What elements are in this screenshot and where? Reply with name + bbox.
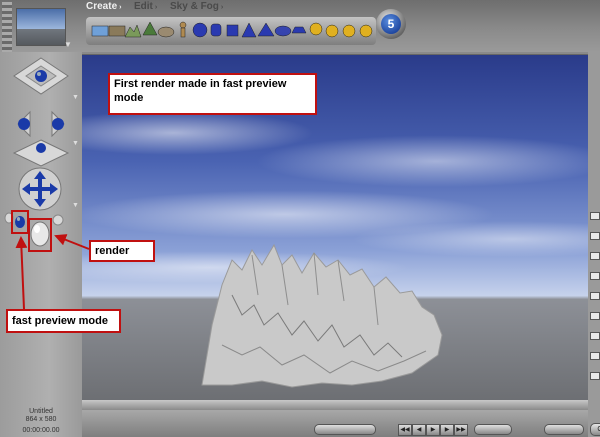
thumbnail-dropdown-icon[interactable]: ▼ bbox=[64, 40, 72, 49]
app-logo-button[interactable]: 5 bbox=[376, 9, 406, 39]
tool-icon[interactable] bbox=[590, 312, 600, 320]
zoom-field[interactable] bbox=[544, 424, 584, 435]
play-icon[interactable]: ▶ bbox=[426, 424, 440, 436]
right-toolstrip bbox=[588, 52, 600, 437]
app-logo-icon: 5 bbox=[381, 14, 401, 34]
object-tray bbox=[86, 17, 376, 45]
trackball-icon[interactable] bbox=[16, 166, 64, 212]
tool-icon[interactable] bbox=[590, 292, 600, 300]
menu-sky-fog[interactable]: Sky & Fog › bbox=[170, 1, 223, 12]
viewport-frame bbox=[82, 400, 588, 410]
menu-edit-label: Edit bbox=[134, 1, 153, 12]
tool-icon[interactable] bbox=[590, 252, 600, 260]
tool-icon[interactable] bbox=[590, 332, 600, 340]
highlight-render bbox=[28, 218, 52, 252]
chevron-right-icon: › bbox=[119, 4, 122, 11]
camera-zoom-icon[interactable] bbox=[8, 138, 74, 168]
timeline-slider[interactable] bbox=[314, 424, 376, 435]
step-forward-icon[interactable]: ▶ bbox=[440, 424, 454, 436]
rewind-icon[interactable]: ◀◀ bbox=[398, 424, 412, 436]
top-toolbar: ▼ Create › Edit › Sky & Fog › 5 bbox=[0, 0, 600, 52]
timeline-bar: ◀◀ ◀ ▶ ▶ ▶▶ Crop bbox=[82, 410, 600, 437]
annotation-fast-preview: fast preview mode bbox=[6, 309, 121, 333]
highlight-fast-preview bbox=[11, 210, 29, 234]
tool-icon[interactable] bbox=[590, 272, 600, 280]
menu-create[interactable]: Create › bbox=[86, 1, 121, 12]
tool-icon[interactable] bbox=[590, 232, 600, 240]
menu-sky-fog-label: Sky & Fog bbox=[170, 1, 219, 12]
document-size: 864 x 580 bbox=[25, 416, 57, 423]
annotation-first-render: First render made in fast preview mode bbox=[108, 73, 317, 115]
camera-move-xy-icon[interactable] bbox=[8, 54, 74, 98]
render-option-right[interactable] bbox=[52, 214, 64, 226]
document-name: Untitled bbox=[29, 408, 53, 415]
scene-thumbnail[interactable] bbox=[16, 8, 66, 46]
tool-icon[interactable] bbox=[590, 372, 600, 380]
fast-forward-icon[interactable]: ▶▶ bbox=[454, 424, 468, 436]
frame-field[interactable] bbox=[474, 424, 512, 435]
chevron-down-icon[interactable]: ▼ bbox=[72, 202, 79, 209]
timecode: 00:00:00.00 bbox=[22, 427, 60, 434]
toolbar-grip[interactable] bbox=[2, 2, 12, 52]
crop-button[interactable]: Crop bbox=[590, 423, 600, 436]
chevron-down-icon[interactable]: ▼ bbox=[72, 94, 79, 101]
tool-icon[interactable] bbox=[590, 352, 600, 360]
menu-edit[interactable]: Edit › bbox=[134, 1, 157, 12]
menu-create-label: Create bbox=[86, 1, 118, 12]
tool-icon[interactable] bbox=[590, 212, 600, 220]
light-icon[interactable] bbox=[356, 21, 376, 39]
chevron-right-icon: › bbox=[154, 4, 158, 11]
chevron-right-icon: › bbox=[220, 4, 224, 11]
step-back-icon[interactable]: ◀ bbox=[412, 424, 426, 436]
annotation-render: render bbox=[89, 240, 155, 262]
